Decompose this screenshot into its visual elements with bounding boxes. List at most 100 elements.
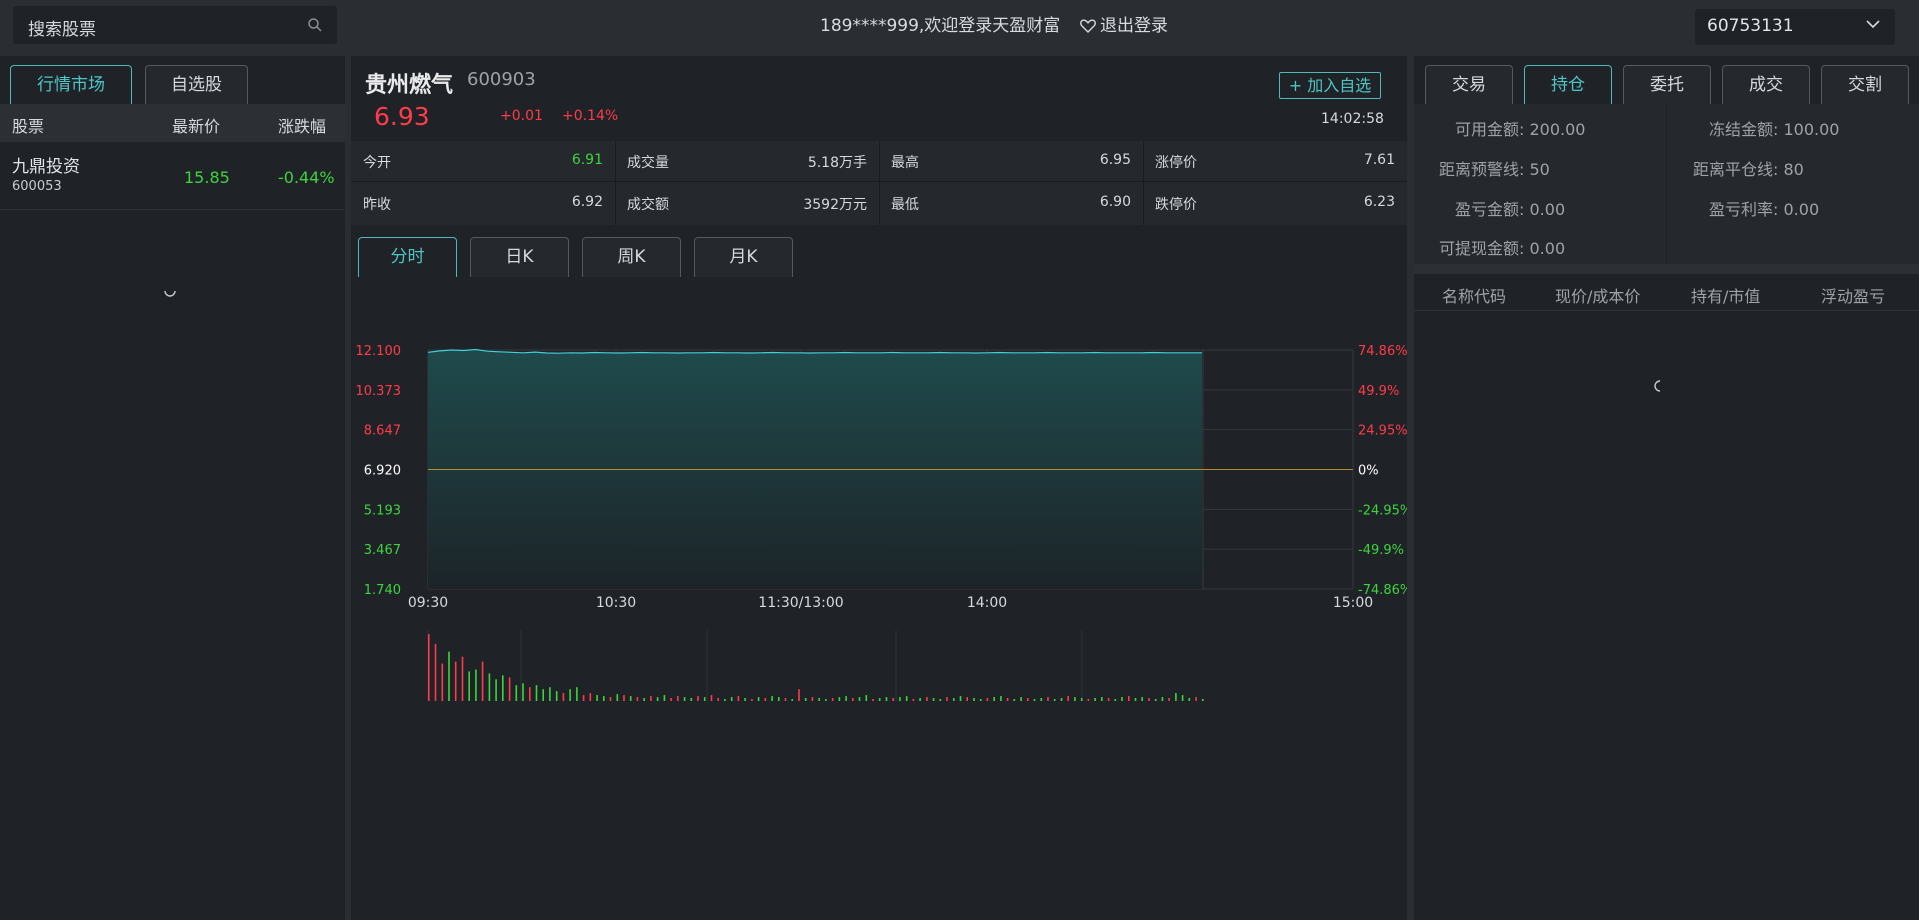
quote-panel: 贵州燃气 600903 + 加入自选 6.93 +0.01 +0.14% 14:… (351, 56, 1407, 920)
tab-intraday[interactable]: 分时 (358, 237, 457, 277)
volume-bar (1175, 693, 1177, 701)
list-item[interactable]: 九鼎投资 600053 15.85 -0.44% (0, 144, 345, 210)
volume-bar (703, 697, 706, 701)
volume-bar (838, 697, 841, 701)
stat-turnover: 成交额 3592万元 (627, 197, 867, 213)
stat-prev-close: 昨收 6.92 (363, 194, 603, 213)
volume-bar (831, 698, 834, 701)
volume-bar (724, 699, 726, 701)
summary-divider (1666, 104, 1667, 264)
volume-bar (1121, 697, 1123, 701)
tab-orders[interactable]: 委托 (1623, 65, 1711, 105)
volume-bar (798, 689, 800, 701)
volume-bar (730, 697, 733, 701)
volume-bar (609, 697, 612, 701)
volume-bar (1168, 698, 1170, 701)
volume-bar (751, 699, 753, 701)
volume-bar (892, 698, 894, 701)
volume-bar (905, 696, 908, 701)
volume-bar (650, 696, 652, 701)
tab-market[interactable]: 行情市场 (10, 65, 132, 105)
volume-bar (589, 693, 592, 701)
tab-watchlist[interactable]: 自选股 (145, 65, 248, 105)
volume-bar (677, 696, 679, 701)
volume-bar (959, 696, 962, 701)
volume-bar (912, 699, 915, 701)
stat-open: 今开 6.91 (363, 152, 603, 171)
column-name-code[interactable]: 名称代码 (1442, 283, 1506, 307)
stock-change: -0.44% (278, 168, 335, 187)
volume-bar (562, 693, 565, 701)
tab-position[interactable]: 持仓 (1524, 65, 1612, 105)
volume-bar (522, 683, 524, 701)
volume-bar (939, 699, 942, 701)
profit-loss-amount: 盈亏金额: 0.00 (1455, 200, 1566, 219)
stock-price: 15.85 (184, 168, 230, 187)
logout-link[interactable]: 退出登录 (1080, 11, 1168, 36)
column-hold-value[interactable]: 持有/市值 (1691, 283, 1760, 307)
volume-bar (1202, 699, 1204, 701)
column-stock[interactable]: 股票 (12, 113, 44, 137)
volume-bar (1080, 698, 1083, 701)
volume-bar (845, 696, 847, 701)
loading-spinner-icon (1654, 380, 1661, 392)
volume-bar (1074, 697, 1076, 701)
add-watchlist-button[interactable]: + 加入自选 (1279, 72, 1381, 99)
account-select[interactable]: 60753131 (1695, 9, 1895, 45)
close-line-distance: 距离平仓线: 80 (1693, 160, 1804, 179)
tab-settlement[interactable]: 交割 (1821, 65, 1909, 105)
volume-bar (858, 697, 861, 701)
volume-bar (549, 687, 551, 701)
y-tick-label-pct: -24.95% (1358, 503, 1407, 518)
volume-bar (791, 699, 793, 701)
volume-bar (966, 697, 968, 701)
volume-bar (737, 696, 740, 701)
volume-bar (495, 679, 497, 701)
stats-divider (1143, 141, 1144, 225)
volume-bar (542, 689, 544, 701)
frozen-amount: 冻结金额: 100.00 (1709, 120, 1840, 139)
volume-bar (529, 687, 531, 701)
volume-bar (757, 697, 760, 701)
stock-list-header: 股票 最新价 涨跌幅 (0, 104, 345, 142)
search-input[interactable]: 搜索股票 (13, 6, 337, 44)
volume-bar (878, 698, 881, 701)
y-tick-label: 6.920 (364, 464, 401, 479)
volume-bar (953, 698, 955, 701)
volume-bar (784, 698, 787, 701)
volume-bar (979, 699, 982, 701)
volume-bar (919, 698, 921, 701)
intraday-chart[interactable]: 12.100 10.373 8.647 6.920 5.193 3.467 1.740 74.… (351, 283, 1407, 920)
volume-bar (1154, 699, 1157, 701)
volume-bar (697, 696, 699, 701)
volume-bar (569, 689, 571, 701)
current-price: 6.93 (374, 102, 430, 131)
column-price-cost[interactable]: 现价/成本价 (1555, 283, 1640, 307)
volume-bar (710, 695, 713, 701)
volume-bar (872, 699, 874, 701)
column-floating-pnl[interactable]: 浮动盈亏 (1821, 283, 1885, 307)
stock-name: 九鼎投资 (12, 157, 80, 177)
volume-bar (1188, 698, 1191, 701)
x-tick-label: 09:30 (408, 595, 448, 611)
volume-bar (663, 695, 666, 701)
tab-trade[interactable]: 交易 (1425, 65, 1513, 105)
tab-daily-k[interactable]: 日K (470, 237, 569, 277)
volume-bar (629, 696, 632, 701)
volume-bar (865, 695, 868, 701)
tab-monthly-k[interactable]: 月K (694, 237, 793, 277)
y-tick-label: 3.467 (364, 543, 401, 558)
volume-bar (475, 669, 477, 701)
tab-weekly-k[interactable]: 周K (582, 237, 681, 277)
volume-bar (899, 697, 901, 701)
search-icon[interactable] (307, 17, 323, 33)
column-change[interactable]: 涨跌幅 (278, 113, 326, 137)
volume-bar (576, 687, 578, 701)
volume-bar (1134, 698, 1137, 701)
column-latest-price[interactable]: 最新价 (172, 113, 220, 137)
volume-bar (468, 671, 470, 701)
volume-bar (1101, 697, 1103, 701)
search-placeholder: 搜索股票 (28, 20, 96, 40)
tab-deals[interactable]: 成交 (1722, 65, 1810, 105)
volume-bar (771, 696, 773, 701)
